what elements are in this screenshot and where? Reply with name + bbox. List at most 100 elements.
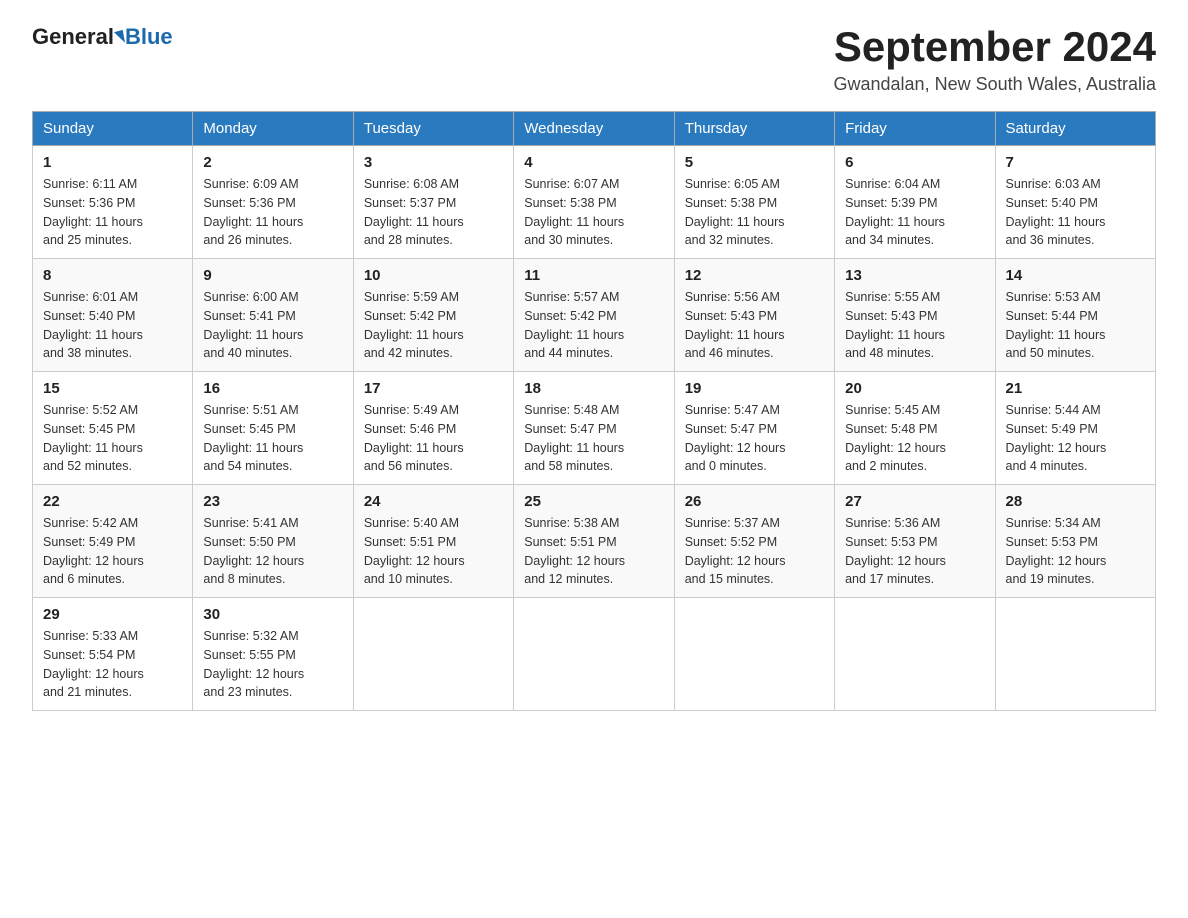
- calendar-day-3: 3 Sunrise: 6:08 AMSunset: 5:37 PMDaylight…: [353, 146, 513, 259]
- day-info: Sunrise: 6:00 AMSunset: 5:41 PMDaylight:…: [203, 288, 342, 363]
- week-row-1: 1 Sunrise: 6:11 AMSunset: 5:36 PMDaylight…: [33, 146, 1156, 259]
- day-info: Sunrise: 6:05 AMSunset: 5:38 PMDaylight:…: [685, 175, 824, 250]
- calendar-day-22: 22 Sunrise: 5:42 AMSunset: 5:49 PMDayligh…: [33, 485, 193, 598]
- empty-cell: [995, 598, 1155, 711]
- day-number: 7: [1006, 154, 1145, 171]
- day-number: 29: [43, 606, 182, 623]
- calendar-day-8: 8 Sunrise: 6:01 AMSunset: 5:40 PMDaylight…: [33, 259, 193, 372]
- calendar-day-25: 25 Sunrise: 5:38 AMSunset: 5:51 PMDayligh…: [514, 485, 674, 598]
- day-number: 28: [1006, 493, 1145, 510]
- calendar-day-27: 27Sunrise: 5:36 AMSunset: 5:53 PMDayligh…: [835, 485, 995, 598]
- calendar-day-20: 20Sunrise: 5:45 AMSunset: 5:48 PMDayligh…: [835, 372, 995, 485]
- day-number: 8: [43, 267, 182, 284]
- day-number: 10: [364, 267, 503, 284]
- calendar-day-14: 14 Sunrise: 5:53 AMSunset: 5:44 PMDayligh…: [995, 259, 1155, 372]
- calendar-day-26: 26 Sunrise: 5:37 AMSunset: 5:52 PMDayligh…: [674, 485, 834, 598]
- day-info: Sunrise: 5:56 AMSunset: 5:43 PMDaylight:…: [685, 288, 824, 363]
- day-info: Sunrise: 5:57 AMSunset: 5:42 PMDaylight:…: [524, 288, 663, 363]
- day-number: 15: [43, 380, 182, 397]
- calendar-day-21: 21Sunrise: 5:44 AMSunset: 5:49 PMDayligh…: [995, 372, 1155, 485]
- empty-cell: [674, 598, 834, 711]
- day-info: Sunrise: 5:59 AMSunset: 5:42 PMDaylight:…: [364, 288, 503, 363]
- day-number: 3: [364, 154, 503, 171]
- calendar-day-13: 13 Sunrise: 5:55 AMSunset: 5:43 PMDayligh…: [835, 259, 995, 372]
- calendar-day-2: 2 Sunrise: 6:09 AMSunset: 5:36 PMDaylight…: [193, 146, 353, 259]
- calendar-day-19: 19Sunrise: 5:47 AMSunset: 5:47 PMDayligh…: [674, 372, 834, 485]
- calendar-day-18: 18Sunrise: 5:48 AMSunset: 5:47 PMDayligh…: [514, 372, 674, 485]
- logo: General Blue: [32, 24, 173, 50]
- day-info: Sunrise: 5:38 AMSunset: 5:51 PMDaylight:…: [524, 514, 663, 589]
- page-header: General Blue September 2024 Gwandalan, Ne…: [32, 24, 1156, 95]
- calendar-day-30: 30 Sunrise: 5:32 AMSunset: 5:55 PMDayligh…: [193, 598, 353, 711]
- calendar-table: SundayMondayTuesdayWednesdayThursdayFrid…: [32, 111, 1156, 711]
- day-info: Sunrise: 6:11 AMSunset: 5:36 PMDaylight:…: [43, 175, 182, 250]
- day-info: Sunrise: 6:01 AMSunset: 5:40 PMDaylight:…: [43, 288, 182, 363]
- day-number: 9: [203, 267, 342, 284]
- day-info: Sunrise: 5:32 AMSunset: 5:55 PMDaylight:…: [203, 627, 342, 702]
- day-number: 5: [685, 154, 824, 171]
- day-number: 13: [845, 267, 984, 284]
- day-number: 14: [1006, 267, 1145, 284]
- empty-cell: [353, 598, 513, 711]
- column-header-wednesday: Wednesday: [514, 112, 674, 146]
- calendar-day-6: 6Sunrise: 6:04 AMSunset: 5:39 PMDaylight…: [835, 146, 995, 259]
- empty-cell: [514, 598, 674, 711]
- calendar-day-16: 16 Sunrise: 5:51 AMSunset: 5:45 PMDayligh…: [193, 372, 353, 485]
- day-number: 18: [524, 380, 663, 397]
- day-info: Sunrise: 5:36 AMSunset: 5:53 PMDaylight:…: [845, 514, 984, 589]
- day-info: Sunrise: 5:47 AMSunset: 5:47 PMDaylight:…: [685, 401, 824, 476]
- week-row-3: 15 Sunrise: 5:52 AMSunset: 5:45 PMDayligh…: [33, 372, 1156, 485]
- calendar-day-24: 24 Sunrise: 5:40 AMSunset: 5:51 PMDayligh…: [353, 485, 513, 598]
- title-area: September 2024 Gwandalan, New South Wale…: [834, 24, 1157, 95]
- month-year-title: September 2024: [834, 24, 1157, 70]
- day-number: 4: [524, 154, 663, 171]
- day-number: 11: [524, 267, 663, 284]
- day-number: 1: [43, 154, 182, 171]
- day-info: Sunrise: 6:09 AMSunset: 5:36 PMDaylight:…: [203, 175, 342, 250]
- day-number: 26: [685, 493, 824, 510]
- column-header-friday: Friday: [835, 112, 995, 146]
- logo-text: General Blue: [32, 24, 173, 50]
- calendar-day-11: 11 Sunrise: 5:57 AMSunset: 5:42 PMDayligh…: [514, 259, 674, 372]
- day-number: 2: [203, 154, 342, 171]
- calendar-day-15: 15 Sunrise: 5:52 AMSunset: 5:45 PMDayligh…: [33, 372, 193, 485]
- day-number: 24: [364, 493, 503, 510]
- calendar-day-29: 29 Sunrise: 5:33 AMSunset: 5:54 PMDayligh…: [33, 598, 193, 711]
- calendar-day-4: 4Sunrise: 6:07 AMSunset: 5:38 PMDaylight…: [514, 146, 674, 259]
- calendar-day-12: 12 Sunrise: 5:56 AMSunset: 5:43 PMDayligh…: [674, 259, 834, 372]
- column-header-tuesday: Tuesday: [353, 112, 513, 146]
- calendar-day-17: 17 Sunrise: 5:49 AMSunset: 5:46 PMDayligh…: [353, 372, 513, 485]
- column-header-saturday: Saturday: [995, 112, 1155, 146]
- calendar-header-row: SundayMondayTuesdayWednesdayThursdayFrid…: [33, 112, 1156, 146]
- calendar-day-5: 5 Sunrise: 6:05 AMSunset: 5:38 PMDaylight…: [674, 146, 834, 259]
- day-info: Sunrise: 6:03 AMSunset: 5:40 PMDaylight:…: [1006, 175, 1145, 250]
- day-number: 22: [43, 493, 182, 510]
- day-number: 17: [364, 380, 503, 397]
- day-info: Sunrise: 5:52 AMSunset: 5:45 PMDaylight:…: [43, 401, 182, 476]
- day-info: Sunrise: 5:40 AMSunset: 5:51 PMDaylight:…: [364, 514, 503, 589]
- logo-general: General: [32, 24, 114, 50]
- day-info: Sunrise: 5:33 AMSunset: 5:54 PMDaylight:…: [43, 627, 182, 702]
- day-info: Sunrise: 6:08 AMSunset: 5:37 PMDaylight:…: [364, 175, 503, 250]
- calendar-day-23: 23Sunrise: 5:41 AMSunset: 5:50 PMDayligh…: [193, 485, 353, 598]
- day-number: 30: [203, 606, 342, 623]
- calendar-day-28: 28 Sunrise: 5:34 AMSunset: 5:53 PMDayligh…: [995, 485, 1155, 598]
- day-info: Sunrise: 5:42 AMSunset: 5:49 PMDaylight:…: [43, 514, 182, 589]
- day-number: 16: [203, 380, 342, 397]
- day-info: Sunrise: 5:34 AMSunset: 5:53 PMDaylight:…: [1006, 514, 1145, 589]
- day-number: 25: [524, 493, 663, 510]
- location-subtitle: Gwandalan, New South Wales, Australia: [834, 74, 1157, 95]
- logo-blue-text: Blue: [125, 24, 173, 50]
- day-info: Sunrise: 5:37 AMSunset: 5:52 PMDaylight:…: [685, 514, 824, 589]
- calendar-day-7: 7 Sunrise: 6:03 AMSunset: 5:40 PMDaylight…: [995, 146, 1155, 259]
- logo-arrow-icon: [114, 29, 125, 44]
- day-info: Sunrise: 5:55 AMSunset: 5:43 PMDaylight:…: [845, 288, 984, 363]
- column-header-sunday: Sunday: [33, 112, 193, 146]
- empty-cell: [835, 598, 995, 711]
- week-row-2: 8 Sunrise: 6:01 AMSunset: 5:40 PMDaylight…: [33, 259, 1156, 372]
- day-number: 12: [685, 267, 824, 284]
- day-info: Sunrise: 5:53 AMSunset: 5:44 PMDaylight:…: [1006, 288, 1145, 363]
- day-info: Sunrise: 5:51 AMSunset: 5:45 PMDaylight:…: [203, 401, 342, 476]
- calendar-day-10: 10 Sunrise: 5:59 AMSunset: 5:42 PMDayligh…: [353, 259, 513, 372]
- day-info: Sunrise: 5:49 AMSunset: 5:46 PMDaylight:…: [364, 401, 503, 476]
